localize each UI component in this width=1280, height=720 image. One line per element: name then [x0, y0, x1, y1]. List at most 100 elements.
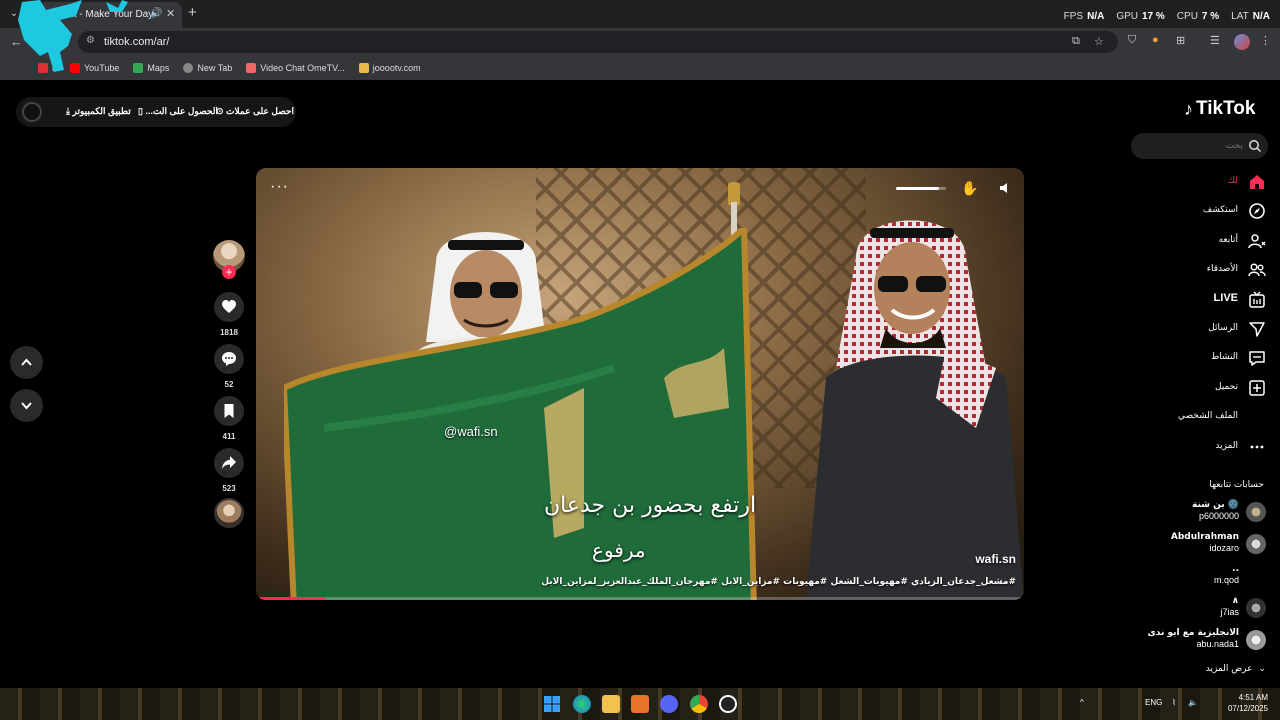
back-arrow-icon[interactable]: ← [10, 34, 23, 49]
sound-disc-avatar[interactable] [214, 498, 244, 528]
chevron-up-icon [21, 358, 32, 366]
like-count: 1818 [220, 328, 238, 337]
search-box[interactable] [1131, 133, 1268, 159]
tab-audio-icon[interactable]: 🔊 [150, 8, 162, 19]
speaker-icon[interactable] [998, 181, 1012, 195]
tray-chevron-icon[interactable]: ^ [1080, 698, 1084, 707]
bookmarks-bar: il YouTube Maps New Tab Video Chat OmeTV… [0, 56, 1280, 80]
sidebar-item-following[interactable]: أتابعه [1130, 227, 1270, 256]
sidebar-item-upload[interactable]: تحميل [1130, 374, 1270, 403]
sidebar-item-profile[interactable]: الملف الشخصي [1130, 403, 1270, 432]
wifi-icon[interactable]: ⌇ [1172, 698, 1176, 707]
like-button[interactable] [214, 292, 244, 322]
following-account[interactable]: بن شنة 🌚 p6000000 [1140, 500, 1266, 524]
video-author[interactable]: wafi.sn [975, 552, 1016, 566]
browser-menu-icon[interactable]: ⋮ [1260, 34, 1271, 47]
hand-cursor-icon: ✋ [961, 180, 979, 196]
extension-icon[interactable]: ● [1152, 34, 1159, 46]
volume-slider-fill [896, 187, 939, 190]
comment-button[interactable] [214, 344, 244, 374]
bookmark-jooootv[interactable]: jooootv.com [358, 63, 421, 73]
youtube-icon [70, 63, 80, 73]
browser-profile-avatar[interactable] [1234, 34, 1250, 50]
bookmark-youtube[interactable]: YouTube [70, 63, 119, 73]
share-count: 523 [222, 484, 236, 493]
next-video-button[interactable] [10, 389, 43, 422]
search-icon[interactable] [1248, 139, 1262, 153]
heart-icon [222, 300, 236, 313]
new-tab-button[interactable]: + [188, 4, 197, 21]
forward-arrow-icon[interactable]: → [34, 34, 47, 49]
live-icon [1249, 291, 1265, 308]
address-bar: ← → ⟳ ⚙ tiktok.com/ar/ ⧉ ☆ ⛉ ● ⊞ ☰ ⋮ [0, 28, 1280, 56]
system-clock[interactable]: 4:51 AM 07/12/2025 [1208, 692, 1268, 714]
avatar [1246, 502, 1266, 522]
tab-close-icon[interactable]: ✕ [166, 7, 175, 20]
sidebar-item-live[interactable]: LIVE [1130, 286, 1270, 315]
following-account[interactable]: الانجليزية مع ابو ندى abu.nada1 [1140, 628, 1266, 652]
more-icon [1250, 445, 1264, 448]
bookmark-gmail[interactable]: il [38, 63, 56, 73]
bookmark-star-icon[interactable]: ☆ [1094, 35, 1104, 48]
tab-strip: ⌄ TikTok - Make Your Day 🔊 ✕ + FPS N/A GP… [0, 0, 1280, 28]
reading-list-icon[interactable]: ☰ [1210, 34, 1220, 47]
windows-start-icon[interactable] [543, 695, 561, 713]
sidebar-item-explore[interactable]: استكشف [1130, 197, 1270, 226]
bookmark-new-tab[interactable]: New Tab [183, 63, 232, 73]
get-app-button[interactable]: الحصول على الت... ▯ [138, 106, 218, 117]
bookmark-ometv[interactable]: Video Chat OmeTV... [246, 63, 345, 73]
see-more-link[interactable]: عرض المزيد ⌄ [1150, 664, 1266, 674]
stat-lat: LAT N/A [1231, 11, 1270, 22]
following-account[interactable]: ∧ j7ias [1140, 596, 1266, 620]
theme-toggle[interactable] [22, 102, 42, 122]
previous-video-button[interactable] [10, 346, 43, 379]
discord-icon[interactable] [660, 695, 678, 713]
site-info-icon[interactable]: ⚙ [86, 35, 95, 46]
sidebar-item-messages[interactable]: الرسائل [1130, 315, 1270, 344]
video-hashtags[interactable]: #مشعل_جدعان_الزيادي #مهيوبات_الشعل #مهيو… [541, 577, 1016, 587]
edge-browser-icon[interactable] [573, 695, 591, 713]
avatar [1246, 598, 1266, 618]
home-icon [1250, 175, 1264, 189]
stat-gpu: GPU 17 % [1116, 11, 1165, 22]
chrome-icon[interactable] [690, 695, 708, 713]
app-icon-circle[interactable] [719, 695, 737, 713]
omnibox[interactable]: ⚙ tiktok.com/ar/ ⧉ ☆ [78, 31, 1118, 53]
get-coins-button[interactable]: احصل على عملات ⊙ [216, 106, 294, 117]
shield-extension-icon[interactable]: ⛉ [1128, 34, 1136, 47]
sidebar-item-more[interactable]: المزيد [1130, 433, 1270, 462]
url-text[interactable]: tiktok.com/ar/ [104, 36, 169, 48]
windows-taskbar: ^ ENG ⌇ 🔈 4:51 AM 07/12/2025 [0, 688, 1280, 720]
sidebar-item-label: الملف الشخصي [1178, 411, 1238, 422]
sidebar-item-friends[interactable]: الأصدقاء [1130, 256, 1270, 285]
share-button[interactable] [214, 448, 244, 478]
reload-icon[interactable]: ⟳ [58, 34, 69, 50]
following-account[interactable]: .. m.qod [1140, 564, 1266, 588]
volume-slider[interactable] [896, 187, 946, 190]
bookmark-maps[interactable]: Maps [133, 63, 169, 73]
tab-search-icon[interactable]: ⌄ [6, 6, 22, 22]
share-icon [222, 456, 236, 469]
language-indicator[interactable]: ENG [1145, 698, 1162, 707]
video-progress-bar[interactable] [256, 597, 1024, 600]
desktop-app-button[interactable]: تطبيق الكمبيوتر ⤓ [66, 106, 131, 117]
save-button[interactable] [214, 396, 244, 426]
search-input[interactable] [1143, 138, 1243, 154]
active-tab[interactable]: TikTok - Make Your Day 🔊 ✕ [38, 2, 182, 28]
follow-user-icon [1248, 234, 1266, 248]
tab-title: TikTok - Make Your Day [48, 9, 154, 20]
follow-plus-icon[interactable]: + [222, 265, 236, 279]
extensions-puzzle-icon[interactable]: ⊞ [1176, 34, 1185, 47]
volume-icon[interactable]: 🔈 [1188, 698, 1198, 707]
tiktok-note-icon: ♪ [1184, 98, 1193, 119]
tiktok-logo[interactable]: ♪ TikTok [1184, 98, 1255, 120]
sidebar-item-for-you[interactable]: لك [1130, 168, 1270, 197]
file-explorer-icon[interactable] [602, 695, 620, 713]
sidebar-item-activity[interactable]: النشاط [1130, 344, 1270, 373]
video-more-options-icon[interactable]: ··· [270, 178, 289, 196]
compass-icon [1249, 203, 1265, 220]
following-account[interactable]: Abdulrahman idozaro [1140, 532, 1266, 556]
video-player[interactable]: @wafi.sn ارتفع بحضور بن جدعان مرفوع ··· … [256, 168, 1024, 600]
app-icon-orange[interactable] [631, 695, 649, 713]
install-app-icon[interactable]: ⧉ [1072, 35, 1080, 48]
